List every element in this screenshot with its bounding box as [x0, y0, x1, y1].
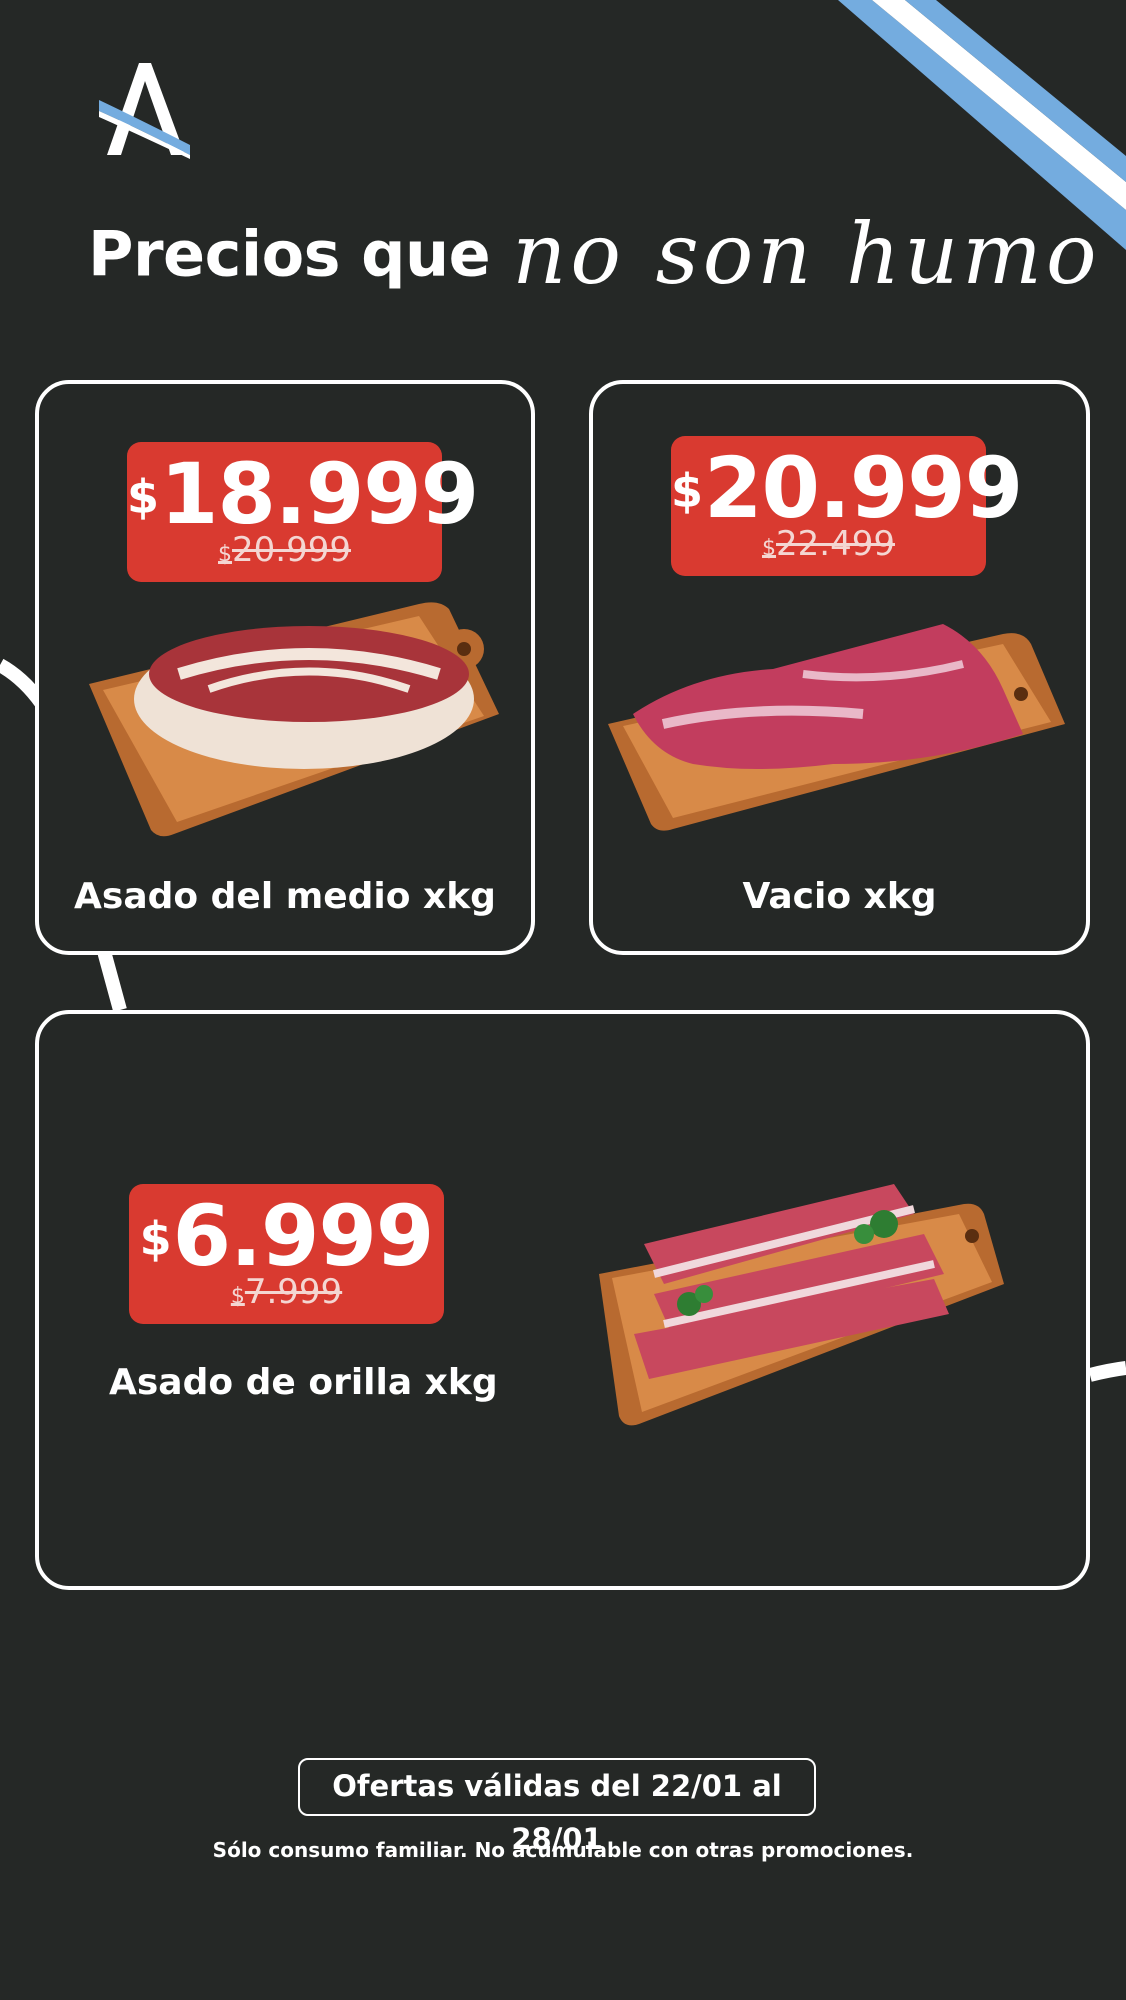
disclaimer: Sólo consumo familiar. No acumulable con…	[212, 1838, 914, 1862]
product-card-vacio[interactable]: $20.999 $22.499 Vacio xkg	[589, 380, 1090, 955]
headline-plain: Precios que	[88, 217, 491, 291]
offer-validity: Ofertas válidas del 22/01 al 28/01	[298, 1758, 816, 1856]
product-card-asado-de-orilla[interactable]: $6.999 $7.999 Asado de orilla xkg	[35, 1010, 1090, 1590]
headline-script: no son humo	[512, 205, 1101, 303]
product-name: Asado de orilla xkg	[109, 1362, 498, 1403]
price-tag: $6.999 $7.999	[129, 1184, 444, 1324]
previous-price: $20.999	[218, 530, 351, 570]
product-name: Vacio xkg	[742, 876, 937, 917]
meat-image-asado-del-medio	[89, 602, 499, 837]
headline: Precios que no son humo	[88, 205, 1101, 315]
product-card-asado-del-medio[interactable]: $18.999 $20.999 Asado del medio xkg	[35, 380, 535, 955]
price-tag: $20.999 $22.499	[671, 436, 1023, 576]
product-name: Asado del medio xkg	[74, 876, 496, 917]
meat-image-vacio	[608, 624, 1065, 831]
price-tag: $18.999 $20.999	[127, 442, 479, 582]
decorative-curve-right	[1088, 1361, 1126, 1382]
previous-price: $22.499	[762, 524, 895, 564]
previous-price: $7.999	[230, 1272, 343, 1312]
brand-logo	[99, 63, 190, 159]
meat-image-asado-de-orilla	[599, 1184, 1004, 1426]
